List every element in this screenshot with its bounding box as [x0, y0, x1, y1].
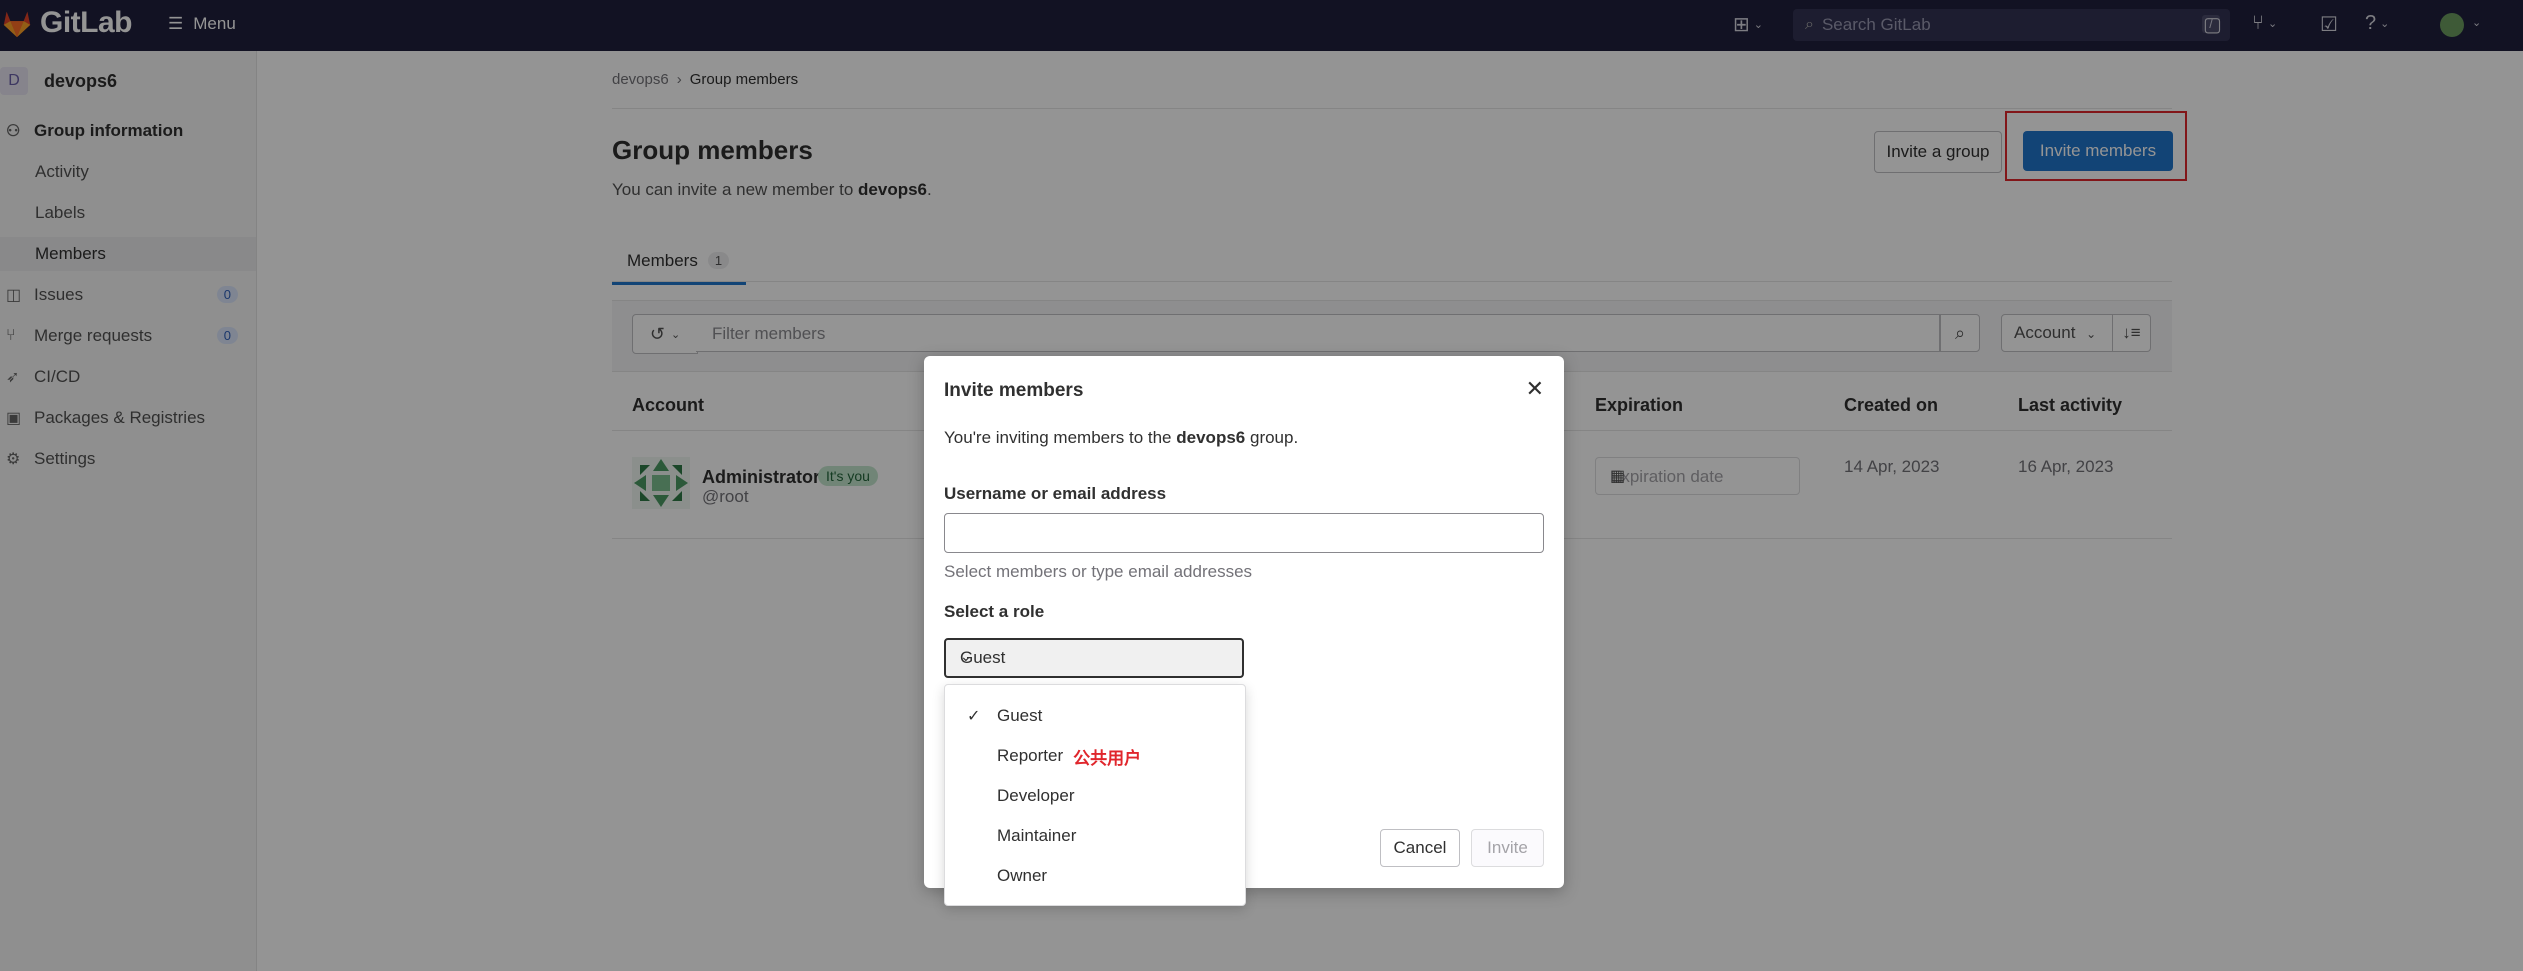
- intro-suffix: group.: [1249, 428, 1299, 447]
- role-option-label: Reporter: [997, 746, 1064, 765]
- invite-button[interactable]: Invite: [1471, 829, 1544, 867]
- check-icon: ✓: [967, 708, 981, 725]
- role-label: Select a role: [944, 602, 1045, 621]
- modal-title: Invite members: [944, 380, 1084, 401]
- intro-text: You're inviting members to the: [944, 428, 1172, 447]
- role-select[interactable]: Guest ⌄: [944, 638, 1244, 678]
- role-dropdown-menu: ✓ Guest Reporter 公共用户 Developer Maintain…: [944, 684, 1246, 906]
- role-option-label: Maintainer: [997, 826, 1077, 845]
- username-help-text: Select members or type email addresses: [944, 562, 1253, 581]
- role-option-developer[interactable]: Developer: [945, 777, 1245, 815]
- role-option-maintainer[interactable]: Maintainer: [945, 817, 1245, 855]
- role-option-label: Guest: [997, 706, 1043, 725]
- username-email-input[interactable]: [944, 513, 1544, 553]
- close-icon[interactable]: ✕: [1526, 376, 1544, 402]
- role-option-guest[interactable]: ✓ Guest: [945, 697, 1245, 735]
- role-option-reporter[interactable]: Reporter 公共用户: [945, 737, 1245, 775]
- modal-intro: You're inviting members to the devops6 g…: [944, 428, 1298, 448]
- intro-group-name: devops6: [1176, 428, 1246, 447]
- role-option-label: Developer: [997, 786, 1075, 805]
- cancel-button[interactable]: Cancel: [1380, 829, 1460, 867]
- role-option-label: Owner: [997, 866, 1048, 885]
- chevron-down-icon: ⌄: [960, 648, 972, 664]
- username-label: Username or email address: [944, 484, 1167, 503]
- role-option-owner[interactable]: Owner: [945, 857, 1245, 895]
- annotation-note: 公共用户: [1073, 748, 1142, 768]
